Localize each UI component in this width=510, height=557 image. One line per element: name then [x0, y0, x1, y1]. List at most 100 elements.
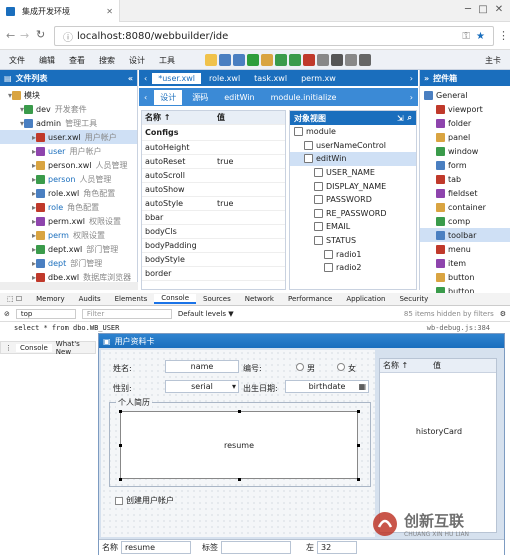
subtab-source[interactable]: 源码 — [186, 90, 214, 105]
debug-icon[interactable] — [261, 53, 273, 66]
object-tree-item[interactable]: editWin — [290, 152, 416, 166]
collapse-left-icon[interactable]: « — [128, 74, 133, 83]
devtools-tab[interactable]: Security — [392, 295, 435, 303]
property-row[interactable]: bbar — [142, 211, 285, 225]
tree-item[interactable]: ▸ user 用户帐户 — [0, 144, 137, 158]
combo-arrow-icon[interactable]: ▾ — [232, 382, 236, 391]
object-tree-item[interactable]: radio1 — [290, 247, 416, 261]
control-item[interactable]: viewport — [420, 102, 510, 116]
tree-item[interactable]: ▸ perm.xwl 权限设置 — [0, 214, 137, 228]
male-radio[interactable]: 男 — [296, 363, 315, 374]
open-icon[interactable] — [205, 53, 217, 66]
object-tree-item[interactable]: module — [290, 125, 416, 139]
back-arrow-icon[interactable] — [275, 53, 287, 66]
prop-col-value[interactable]: 值 — [214, 112, 225, 123]
property-row[interactable]: autoReset true — [142, 155, 285, 169]
create-account-checkbox[interactable]: 创建用户帐户 — [115, 495, 174, 506]
property-row[interactable]: autoStyle true — [142, 197, 285, 211]
forward-icon[interactable]: → — [20, 29, 29, 42]
subtab-editwin[interactable]: editWin — [218, 91, 260, 104]
control-item[interactable]: comp — [420, 214, 510, 228]
editor-tab-perm[interactable]: perm.xw — [295, 73, 342, 84]
collapse-right-icon[interactable]: » — [424, 74, 429, 83]
calendar-icon[interactable]: ▦ — [358, 382, 366, 391]
property-row[interactable]: autoHeight — [142, 141, 285, 155]
subtabs-left-icon[interactable]: ‹ — [141, 93, 150, 102]
status-name-field[interactable]: resume — [121, 541, 191, 554]
devtools-tab[interactable]: Console — [154, 294, 197, 304]
devtools-tab[interactable]: Elements — [108, 295, 155, 303]
menu-edit[interactable]: 编辑 — [33, 52, 61, 68]
property-row[interactable]: border — [142, 267, 285, 281]
minimize-icon[interactable]: ─ — [462, 4, 474, 16]
devtools-tab[interactable]: Application — [339, 295, 392, 303]
property-row[interactable]: bodyCls — [142, 225, 285, 239]
property-row[interactable]: bodyPadding — [142, 239, 285, 253]
close-window-icon[interactable]: ✕ — [493, 4, 505, 16]
levels-select[interactable]: Default levels ▼ — [178, 310, 234, 318]
menu-file[interactable]: 文件 — [3, 52, 31, 68]
tree-item[interactable]: ▸ person.xwl 人员管理 — [0, 158, 137, 172]
back-icon[interactable]: ← — [6, 29, 15, 42]
devtools-tab[interactable]: Memory — [29, 295, 71, 303]
devtools-tab[interactable]: Network — [238, 295, 281, 303]
editor-tab-task[interactable]: task.xwl — [248, 73, 293, 84]
save-icon[interactable] — [219, 53, 231, 66]
subtab-design[interactable]: 设计 — [154, 89, 183, 105]
run-icon[interactable] — [247, 53, 259, 66]
editor-tab-user[interactable]: *user.xwl — [152, 72, 201, 84]
prop-col-name[interactable]: 名称 ↑ — [142, 112, 214, 123]
menu-icon[interactable]: ⋮ — [498, 29, 509, 42]
tree-item[interactable]: ▾ admin 管理工具 — [0, 116, 137, 130]
tree-item[interactable]: ▸ role.xwl 角色配置 — [0, 186, 137, 200]
tree-item[interactable]: ▸ dept 部门管理 — [0, 256, 137, 270]
tabs-scroll-right-icon[interactable]: › — [407, 74, 416, 83]
control-item[interactable]: panel — [420, 130, 510, 144]
drawer-menu-icon[interactable]: ⋮ — [1, 344, 16, 352]
object-tree-item[interactable]: STATUS — [290, 234, 416, 248]
object-tree-item[interactable]: USER_NAME — [290, 166, 416, 180]
menu-tools[interactable]: 工具 — [153, 52, 181, 68]
forward-arrow-icon[interactable] — [289, 53, 301, 66]
control-item[interactable]: window — [420, 144, 510, 158]
drawer-tab-console[interactable]: Console — [16, 343, 52, 352]
history-col-name[interactable]: 名称 ↑ — [380, 360, 430, 371]
reload-icon[interactable]: ↻ — [36, 28, 45, 41]
prop-group[interactable]: Configs — [142, 128, 178, 137]
resume-field[interactable]: resume — [120, 411, 358, 479]
subtab-initialize[interactable]: module.initialize — [265, 91, 343, 104]
property-row[interactable]: autoShow — [142, 183, 285, 197]
property-value[interactable]: true — [214, 157, 233, 166]
status-left-field[interactable]: 32 — [317, 541, 357, 554]
object-tree-item[interactable]: PASSWORD — [290, 193, 416, 207]
key-icon[interactable]: ⚿ — [462, 31, 470, 42]
drawer-tab-whatsnew[interactable]: What's New — [52, 340, 95, 356]
object-tree-item[interactable]: DISPLAY_NAME — [290, 179, 416, 193]
menu-view[interactable]: 查看 — [63, 52, 91, 68]
name-field[interactable]: name — [165, 360, 239, 373]
property-value[interactable]: true — [214, 199, 233, 208]
save-all-icon[interactable] — [233, 53, 245, 66]
new-icon[interactable] — [191, 54, 203, 66]
control-item[interactable]: item — [420, 256, 510, 270]
devtools-tab[interactable]: Sources — [196, 295, 238, 303]
form-window-titlebar[interactable]: ▣ 用户资料卡 — [99, 334, 504, 348]
print-icon[interactable] — [359, 53, 371, 66]
browser-tab[interactable]: 集成开发环境 ✕ — [0, 0, 120, 22]
control-item[interactable]: toolbar — [420, 228, 510, 242]
control-item[interactable]: form — [420, 158, 510, 172]
property-row[interactable]: autoScroll — [142, 169, 285, 183]
search-icon[interactable]: ⌕ — [408, 113, 412, 123]
tree-item[interactable]: ▸ user.xwl 用户帐户 — [0, 130, 137, 144]
tree-item[interactable]: ▾ dev 开发套件 — [0, 102, 137, 116]
layout-icon[interactable] — [345, 53, 357, 66]
control-item[interactable]: folder — [420, 116, 510, 130]
control-item[interactable]: General — [420, 88, 510, 102]
property-row[interactable]: bodyStyle — [142, 253, 285, 267]
tree-item[interactable]: ▾ 模块 — [0, 88, 137, 102]
menu-search[interactable]: 搜索 — [93, 52, 121, 68]
context-select[interactable]: top — [15, 309, 76, 319]
control-item[interactable]: button — [420, 270, 510, 284]
url-field[interactable]: ⓘ localhost:8080/webbuilder/ide ⚿ ★ — [54, 26, 494, 46]
clear-console-icon[interactable]: ⊘ — [4, 310, 10, 318]
